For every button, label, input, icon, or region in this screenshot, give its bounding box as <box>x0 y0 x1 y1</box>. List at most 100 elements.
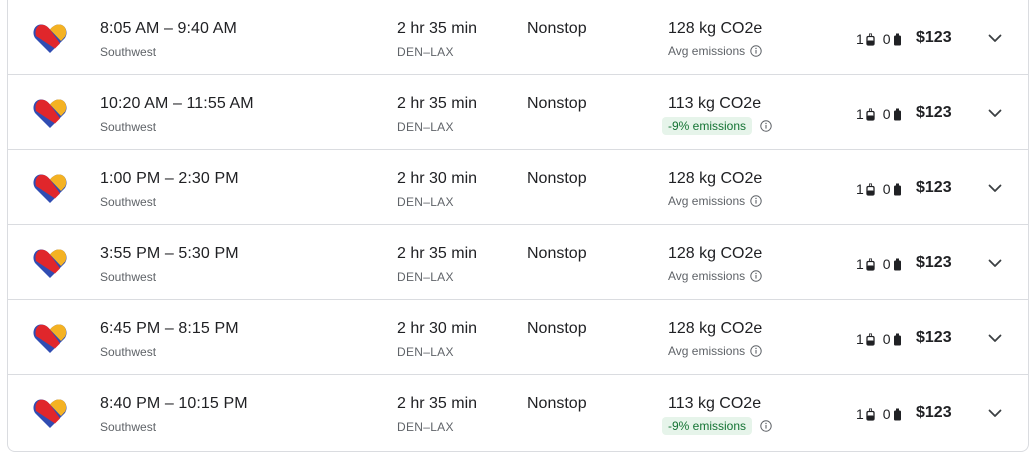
airline-name: Southwest <box>100 45 157 59</box>
flight-route: DEN–LAX <box>397 345 454 359</box>
southwest-heart-icon <box>33 399 67 428</box>
checked-bag-icon <box>893 408 901 420</box>
flight-row[interactable]: 8:40 PM – 10:15 PM Southwest 2 hr 35 min… <box>8 375 1028 450</box>
southwest-heart-icon <box>33 24 67 53</box>
emissions-text: Avg emissions <box>668 269 746 283</box>
airline-name: Southwest <box>100 270 157 284</box>
emissions-badge-group: -9% emissions <box>662 417 772 435</box>
flight-stops: Nonstop <box>527 170 587 187</box>
carry-on-bag-icon <box>866 183 875 196</box>
flight-row[interactable]: 6:45 PM – 8:15 PM Southwest 2 hr 30 min … <box>8 300 1028 375</box>
flight-route: DEN–LAX <box>397 195 454 209</box>
checked-bag-icon <box>893 258 901 270</box>
flight-times: 6:45 PM – 8:15 PM <box>100 320 239 337</box>
emissions-badge-group: -9% emissions <box>662 117 772 135</box>
flight-route: DEN–LAX <box>397 120 454 134</box>
checked-bag-icon <box>893 183 901 195</box>
baggage-info: 1 0 <box>856 106 910 122</box>
carry-on-count: 1 <box>856 331 864 347</box>
emissions-label: Avg emissions <box>668 269 762 283</box>
chevron-down-icon[interactable] <box>986 179 1004 197</box>
chevron-down-icon[interactable] <box>986 29 1004 47</box>
southwest-heart-icon <box>33 99 67 128</box>
flight-duration: 2 hr 35 min <box>397 395 478 412</box>
flight-row[interactable]: 1:00 PM – 2:30 PM Southwest 2 hr 30 min … <box>8 150 1028 225</box>
checked-bag-count: 0 <box>882 106 891 122</box>
carry-on-bag-icon <box>866 108 875 121</box>
flight-price: $123 <box>916 104 952 121</box>
carry-on-count: 1 <box>856 406 864 422</box>
checked-bag-icon <box>893 33 901 45</box>
baggage-info: 1 0 <box>856 31 910 47</box>
flight-row[interactable]: 3:55 PM – 5:30 PM Southwest 2 hr 35 min … <box>8 225 1028 300</box>
info-icon[interactable] <box>750 270 762 282</box>
flight-row[interactable]: 10:20 AM – 11:55 AM Southwest 2 hr 35 mi… <box>8 75 1028 150</box>
flight-stops: Nonstop <box>527 245 587 262</box>
co2-emissions: 113 kg CO2e <box>668 395 762 412</box>
co2-emissions: 113 kg CO2e <box>668 95 762 112</box>
baggage-info: 1 0 <box>856 406 910 422</box>
flight-duration: 2 hr 30 min <box>397 320 478 337</box>
co2-emissions: 128 kg CO2e <box>668 170 763 187</box>
flight-price: $123 <box>916 179 952 196</box>
flight-times: 3:55 PM – 5:30 PM <box>100 245 239 262</box>
flight-route: DEN–LAX <box>397 420 454 434</box>
emissions-label: Avg emissions <box>668 194 762 208</box>
baggage-info: 1 0 <box>856 256 910 272</box>
southwest-heart-icon <box>33 174 67 203</box>
flight-route: DEN–LAX <box>397 45 454 59</box>
co2-emissions: 128 kg CO2e <box>668 320 763 337</box>
flight-price: $123 <box>916 404 952 421</box>
co2-emissions: 128 kg CO2e <box>668 20 763 37</box>
emissions-label: Avg emissions <box>668 344 762 358</box>
info-icon[interactable] <box>750 345 762 357</box>
carry-on-count: 1 <box>856 31 864 47</box>
airline-name: Southwest <box>100 195 157 209</box>
airline-name: Southwest <box>100 345 157 359</box>
carry-on-count: 1 <box>856 181 864 197</box>
checked-bag-icon <box>893 108 901 120</box>
carry-on-count: 1 <box>856 256 864 272</box>
flight-price: $123 <box>916 254 952 271</box>
flight-route: DEN–LAX <box>397 270 454 284</box>
carry-on-bag-icon <box>866 333 875 346</box>
chevron-down-icon[interactable] <box>986 104 1004 122</box>
flight-times: 8:40 PM – 10:15 PM <box>100 395 248 412</box>
chevron-down-icon[interactable] <box>986 329 1004 347</box>
flight-results-list: 8:05 AM – 9:40 AM Southwest 2 hr 35 min … <box>7 0 1029 452</box>
flight-price: $123 <box>916 29 952 46</box>
flight-row[interactable]: 8:05 AM – 9:40 AM Southwest 2 hr 35 min … <box>8 0 1028 75</box>
info-icon[interactable] <box>760 420 772 432</box>
flight-stops: Nonstop <box>527 20 587 37</box>
flight-duration: 2 hr 35 min <box>397 245 478 262</box>
checked-bag-count: 0 <box>882 181 891 197</box>
info-icon[interactable] <box>760 120 772 132</box>
co2-emissions: 128 kg CO2e <box>668 245 763 262</box>
emissions-text: Avg emissions <box>668 44 746 58</box>
checked-bag-count: 0 <box>882 406 891 422</box>
flight-times: 10:20 AM – 11:55 AM <box>100 95 254 112</box>
info-icon[interactable] <box>750 45 762 57</box>
emissions-badge: -9% emissions <box>662 417 753 435</box>
carry-on-bag-icon <box>866 408 875 421</box>
baggage-info: 1 0 <box>856 181 910 197</box>
emissions-label: Avg emissions <box>668 44 762 58</box>
southwest-heart-icon <box>33 249 67 278</box>
checked-bag-count: 0 <box>882 331 891 347</box>
carry-on-count: 1 <box>856 106 864 122</box>
carry-on-bag-icon <box>866 258 875 271</box>
southwest-heart-icon <box>33 324 67 353</box>
flight-duration: 2 hr 35 min <box>397 95 478 112</box>
flight-stops: Nonstop <box>527 320 587 337</box>
chevron-down-icon[interactable] <box>986 254 1004 272</box>
carry-on-bag-icon <box>866 33 875 46</box>
chevron-down-icon[interactable] <box>986 404 1004 422</box>
flight-times: 8:05 AM – 9:40 AM <box>100 20 237 37</box>
flight-price: $123 <box>916 329 952 346</box>
emissions-text: Avg emissions <box>668 194 746 208</box>
flight-stops: Nonstop <box>527 95 587 112</box>
checked-bag-count: 0 <box>882 256 891 272</box>
info-icon[interactable] <box>750 195 762 207</box>
baggage-info: 1 0 <box>856 331 910 347</box>
flight-times: 1:00 PM – 2:30 PM <box>100 170 239 187</box>
